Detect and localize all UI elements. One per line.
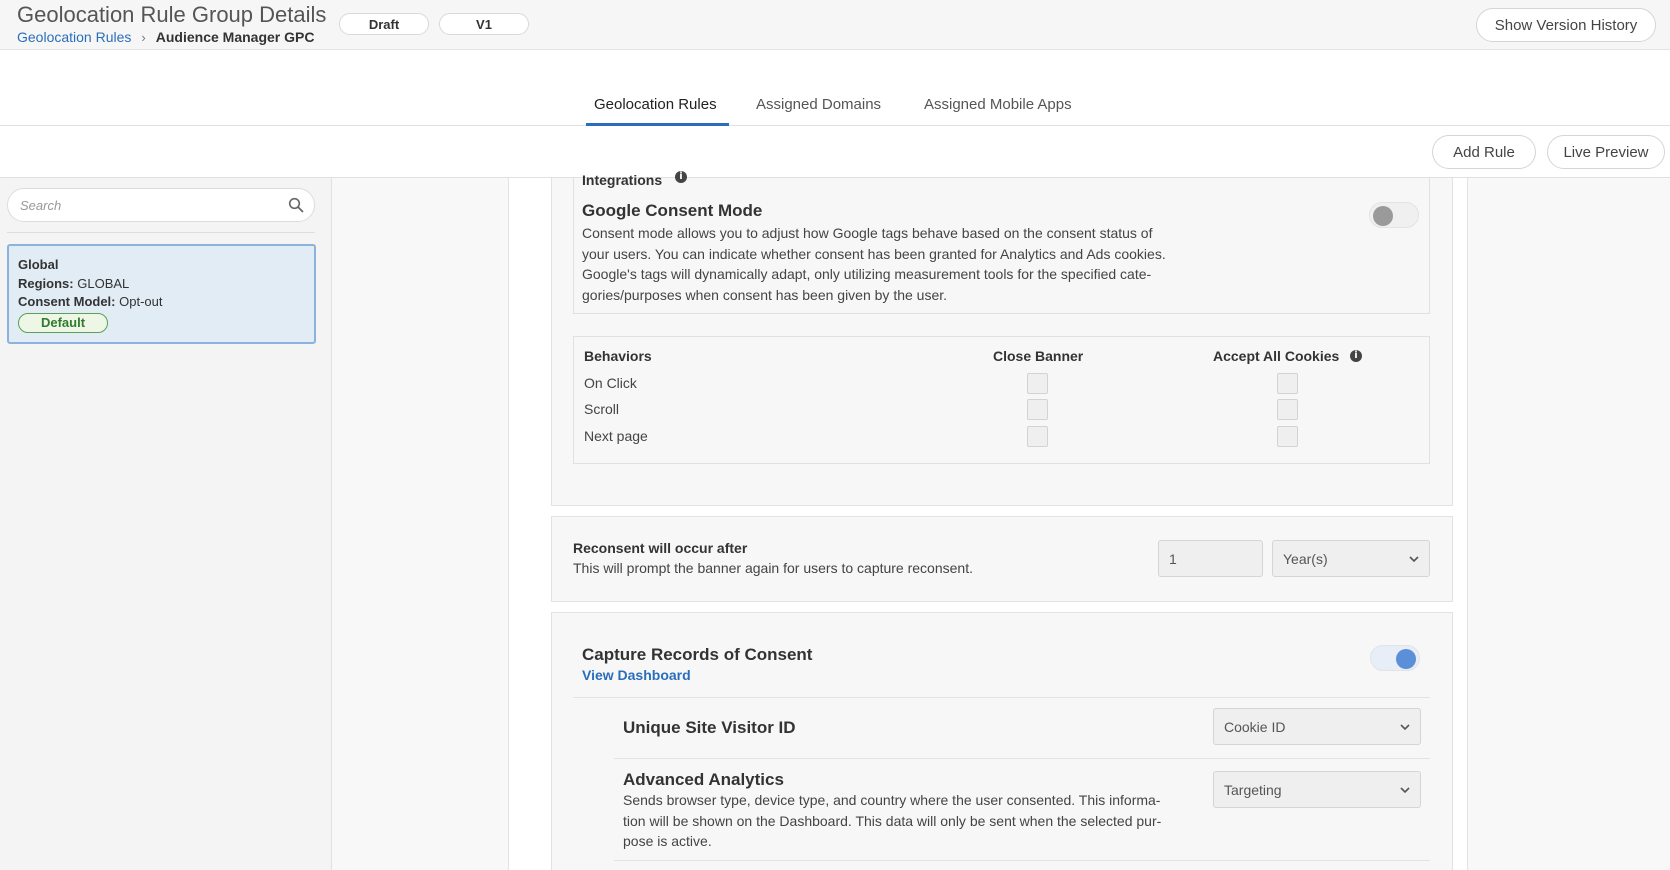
page-title: Geolocation Rule Group Details [17, 2, 327, 27]
behavior-label-scroll: Scroll [584, 401, 620, 417]
reconsent-description: This will prompt the banner again for us… [573, 560, 973, 576]
breadcrumb-current: Audience Manager GPC [155, 29, 315, 45]
divider [573, 697, 1430, 698]
divider [614, 860, 1430, 861]
google-consent-mode-toggle[interactable] [1369, 202, 1419, 228]
tabs-bar: Geolocation Rules Assigned Domains Assig… [0, 50, 1670, 126]
advanced-analytics-title: Advanced Analytics [623, 770, 784, 789]
toggle-knob [1396, 649, 1416, 669]
accept-all-next-page-checkbox[interactable] [1277, 426, 1298, 447]
reconsent-unit-value: Year(s) [1283, 550, 1328, 567]
tab-geolocation-rules[interactable]: Geolocation Rules [594, 96, 717, 121]
advanced-analytics-value: Targeting [1224, 781, 1282, 798]
version-badge: V1 [439, 13, 529, 35]
search-input[interactable] [20, 189, 280, 221]
info-icon[interactable]: i [1350, 350, 1362, 362]
behavior-label-next-page: Next page [584, 428, 648, 444]
close-banner-header: Close Banner [993, 348, 1084, 364]
live-preview-button[interactable]: Live Preview [1547, 135, 1665, 169]
unique-site-visitor-id-select[interactable]: Cookie ID [1213, 708, 1421, 745]
accept-all-cookies-header: Accept All Cookies [1213, 348, 1340, 364]
sidebar-divider [7, 232, 315, 233]
behaviors-header: Behaviors [584, 348, 652, 364]
google-consent-mode-description: Consent mode allows you to adjust how Go… [582, 225, 1166, 303]
regions-value: GLOBAL [77, 275, 130, 291]
reconsent-value-input[interactable] [1158, 540, 1263, 577]
behavior-label-on-click: On Click [584, 375, 637, 391]
page-header: Geolocation Rule Group Details Geolocati… [0, 0, 1670, 50]
tab-assigned-mobile-apps[interactable]: Assigned Mobile Apps [924, 96, 1072, 121]
rule-card-global[interactable]: Global Regions: GLOBAL Consent Model: Op… [7, 244, 316, 344]
breadcrumb-link-geolocation-rules[interactable]: Geolocation Rules [17, 29, 131, 45]
integrations-title: Integrations [582, 172, 663, 188]
google-consent-mode-title: Google Consent Mode [582, 201, 763, 220]
accept-all-scroll-checkbox[interactable] [1277, 399, 1298, 420]
view-dashboard-link[interactable]: View Dashboard [582, 667, 691, 683]
breadcrumb-separator: › [141, 29, 146, 45]
rule-name: Global [18, 257, 59, 272]
close-banner-scroll-checkbox[interactable] [1027, 399, 1048, 420]
reconsent-unit-select[interactable]: Year(s) [1272, 540, 1430, 577]
chevron-down-icon [1409, 556, 1419, 563]
search-box [7, 188, 315, 222]
add-rule-button[interactable]: Add Rule [1432, 135, 1536, 169]
tab-assigned-domains[interactable]: Assigned Domains [756, 96, 881, 121]
default-badge: Default [18, 312, 108, 333]
toggle-knob [1373, 206, 1393, 226]
breadcrumb: Geolocation Rules › Audience Manager GPC [17, 29, 314, 45]
rules-sidebar: Global Regions: GLOBAL Consent Model: Op… [0, 178, 332, 870]
unique-site-visitor-id-value: Cookie ID [1224, 718, 1286, 735]
close-banner-next-page-checkbox[interactable] [1027, 426, 1048, 447]
close-banner-on-click-checkbox[interactable] [1027, 373, 1048, 394]
chevron-down-icon [1400, 787, 1410, 794]
consent-model-value: Opt-out [119, 294, 163, 309]
info-icon[interactable]: i [675, 171, 687, 183]
search-icon[interactable] [288, 197, 304, 213]
unique-site-visitor-id-title: Unique Site Visitor ID [623, 718, 796, 737]
consent-model-label: Consent Model: [18, 294, 116, 309]
action-bar: Add Rule Live Preview [0, 126, 1670, 178]
advanced-analytics-description: Sends browser type, device type, and cou… [623, 792, 1162, 849]
show-version-history-button[interactable]: Show Version History [1476, 8, 1656, 42]
accept-all-on-click-checkbox[interactable] [1277, 373, 1298, 394]
advanced-analytics-select[interactable]: Targeting [1213, 771, 1421, 808]
records-of-consent-toggle[interactable] [1370, 645, 1420, 671]
divider [614, 758, 1430, 759]
regions-label: Regions: [18, 275, 74, 291]
records-of-consent-title: Capture Records of Consent [582, 645, 813, 664]
status-badge: Draft [339, 13, 429, 35]
chevron-down-icon [1400, 724, 1410, 731]
reconsent-title: Reconsent will occur after [573, 540, 748, 556]
